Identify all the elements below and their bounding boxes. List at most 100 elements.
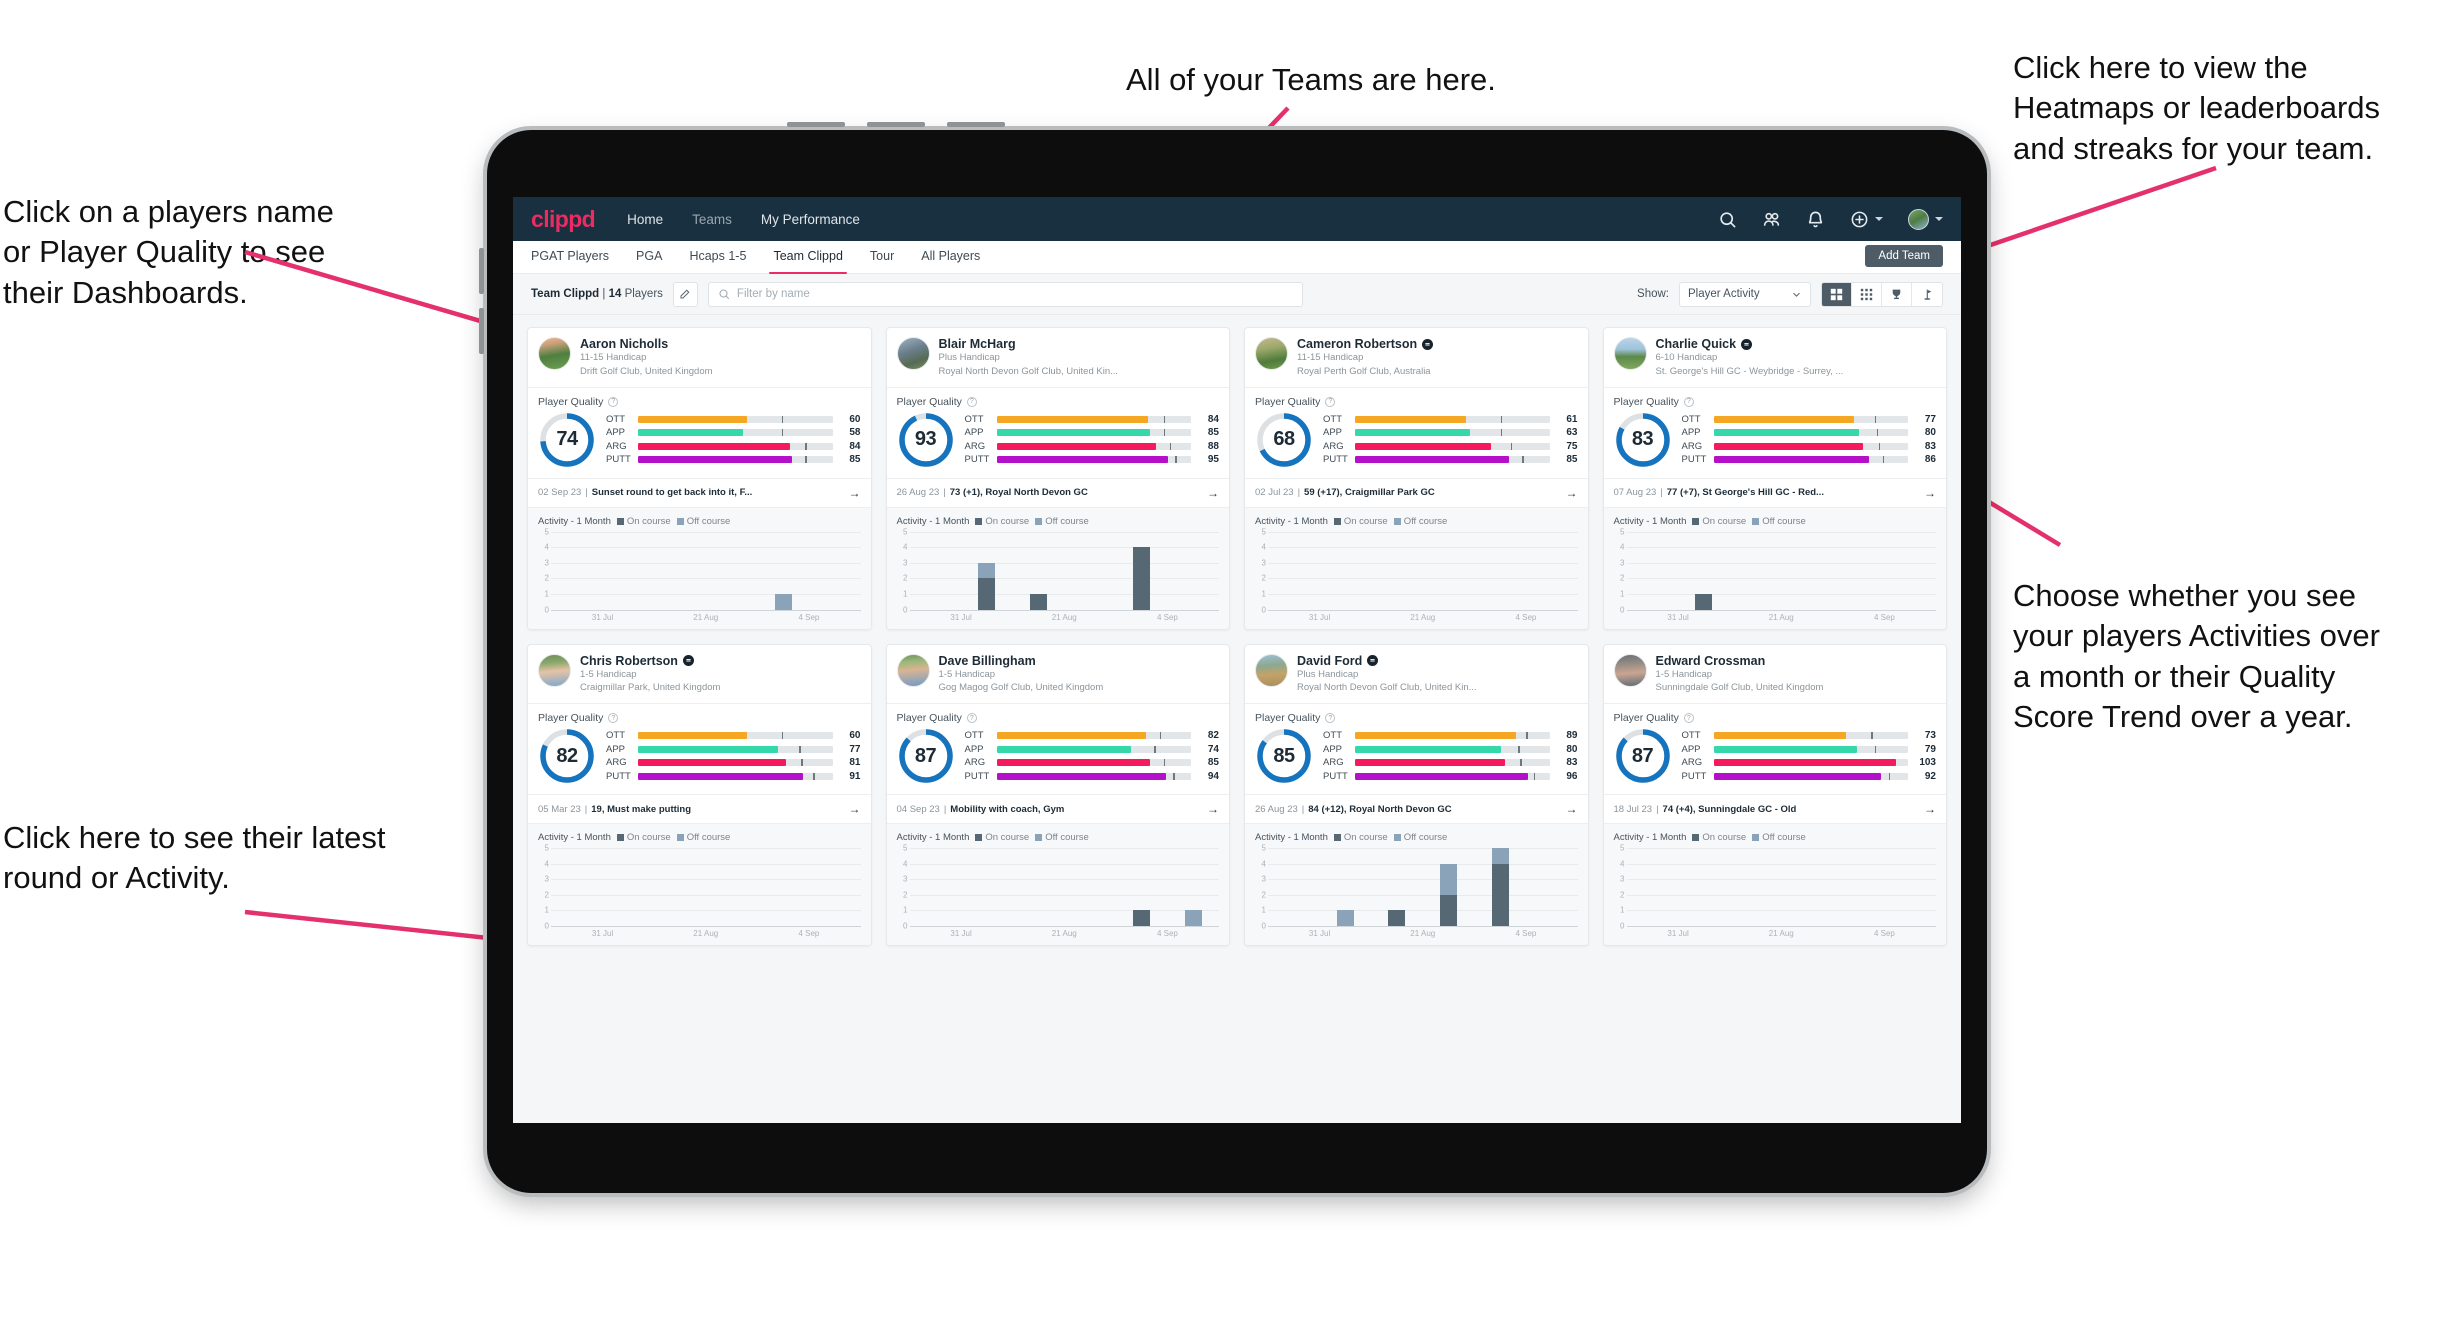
arrow-right-icon[interactable]: → [1924,486,1936,500]
player-card-header[interactable]: Blair McHarg Plus Handicap Royal North Dev… [887,328,1230,387]
player-quality-section[interactable]: Player Quality? 87 OTT 82 APP 74 ARG 85 PUTT 94 [887,704,1230,794]
tab-pga[interactable]: PGA [636,249,662,265]
player-quality-section[interactable]: Player Quality? 87 OTT 73 APP 79 ARG 103 PUTT 92 [1604,704,1947,794]
player-name[interactable]: David Ford [1297,654,1477,668]
player-quality-section[interactable]: Player Quality? 85 OTT 89 APP 80 ARG 83 PUTT 96 [1245,704,1588,794]
player-card[interactable]: Cameron Robertson 11-15 Handicap Royal Per… [1244,327,1589,630]
help-icon[interactable]: ? [1683,713,1694,724]
player-card[interactable]: David Ford Plus Handicap Royal North Devon… [1244,643,1589,947]
latest-round-text: 59 (+17), Craigmillar Park GC [1304,487,1435,499]
arrow-right-icon[interactable]: → [1207,802,1219,816]
trophy-leaderboard-view-button[interactable] [1882,282,1912,306]
add-team-button[interactable]: Add Team [1865,245,1943,267]
activity-title: Activity - 1 Month [1255,515,1328,527]
search-icon[interactable] [1718,210,1737,229]
latest-round-row[interactable]: 02 Sep 23 | Sunset round to get back into … [528,477,871,507]
player-name[interactable]: Edward Crossman [1656,654,1824,668]
player-card-header[interactable]: Aaron Nicholls 11-15 Handicap Drift Golf C… [528,328,871,387]
latest-round-row[interactable]: 18 Jul 23 | 74 (+4), Sunningdale GC - Old → [1603,794,1946,823]
latest-round-row[interactable]: 26 Aug 23 | 84 (+12), Royal North Devon GC… [1245,794,1588,823]
arrow-right-icon[interactable]: → [849,802,861,816]
x-tick-label: 31 Jul [950,929,972,939]
player-card-header[interactable]: Chris Robertson 1-5 Handicap Craigmillar P… [528,645,871,704]
bell-icon[interactable] [1806,210,1825,229]
help-icon[interactable]: ? [608,396,619,407]
tab-all-players[interactable]: All Players [921,249,980,265]
player-name[interactable]: Dave Billingham [939,654,1104,668]
activity-section: Activity - 1 Month On course Off course 5 4 3… [886,823,1229,946]
metric-bar [638,442,833,450]
latest-round-row[interactable]: 04 Sep 23 | Mobility with coach, Gym → [886,794,1229,823]
metric-row-app: APP 80 [1323,744,1578,755]
player-card-header[interactable]: Edward Crossman 1-5 Handicap Sunningdale G… [1604,645,1947,704]
nav-link-teams[interactable]: Teams [692,212,732,227]
help-icon[interactable]: ? [1325,713,1336,724]
player-card[interactable]: Edward Crossman 1-5 Handicap Sunningdale G… [1602,643,1947,947]
chart-bar-slot [1116,910,1168,927]
flag-course-view-button[interactable] [1912,283,1942,306]
player-quality-section[interactable]: Player Quality? 83 OTT 77 APP 80 ARG 83 PUTT 86 [1604,388,1947,478]
player-name[interactable]: Charlie Quick [1656,337,1844,351]
player-card-header[interactable]: Cameron Robertson 11-15 Handicap Royal Per… [1245,328,1588,387]
player-name[interactable]: Chris Robertson [580,654,720,668]
edit-team-button[interactable] [672,281,698,307]
tab-team-clippd[interactable]: Team Clippd [769,249,848,274]
help-icon[interactable]: ? [966,713,977,724]
player-card-header[interactable]: Dave Billingham 1-5 Handicap Gog Magog Gol… [887,645,1230,704]
player-quality-section[interactable]: Player Quality? 68 OTT 61 APP 63 ARG 75 PUTT 85 [1245,388,1588,478]
latest-round-row[interactable]: 02 Jul 23 | 59 (+17), Craigmillar Park GC → [1245,477,1588,507]
player-name[interactable]: Blair McHarg [939,337,1119,351]
verified-badge-icon [1367,655,1379,667]
tab-pgat-players[interactable]: PGAT Players [531,249,609,265]
avatar-menu[interactable] [1908,208,1943,230]
metric-label: PUTT [1681,454,1707,466]
chart-x-axis: 31 Jul 21 Aug 4 Sep [551,613,861,622]
x-tick-label: 4 Sep [1156,612,1178,622]
help-icon[interactable]: ? [1325,396,1336,407]
tab-tour[interactable]: Tour [870,249,894,265]
metric-value: 61 [1566,413,1578,425]
people-icon[interactable] [1762,210,1781,229]
x-tick-label: 4 Sep [1515,612,1537,622]
player-name[interactable]: Cameron Robertson [1297,337,1434,351]
y-tick-label: 0 [1620,605,1625,615]
player-card[interactable]: Blair McHarg Plus Handicap Royal North Dev… [885,327,1230,630]
player-quality-section[interactable]: Player Quality? 93 OTT 84 APP 85 ARG 88 PUTT 95 [887,388,1230,478]
player-name-text: Aaron Nicholls [580,337,669,351]
grid-large-view-button[interactable] [1822,282,1852,306]
player-card[interactable]: Dave Billingham 1-5 Handicap Gog Magog Gol… [885,643,1230,947]
latest-round-row[interactable]: 05 Mar 23 | 19, Must make putting → [528,794,871,823]
search-input-wrapper[interactable]: Filter by name [707,281,1303,307]
player-quality-section[interactable]: Player Quality? 82 OTT 60 APP 77 ARG 81 PUTT 91 [528,704,871,794]
chart-x-axis: 31 Jul 21 Aug 4 Sep [1268,929,1578,938]
arrow-right-icon[interactable]: → [1566,486,1578,500]
player-card-header[interactable]: Charlie Quick 6-10 Handicap St. George's H… [1604,328,1947,387]
latest-round-row[interactable]: 07 Aug 23 | 77 (+7), St George's Hill GC -… [1603,477,1946,507]
search-input[interactable]: Filter by name [737,288,810,300]
metric-label: ARG [964,757,986,769]
player-card[interactable]: Aaron Nicholls 11-15 Handicap Drift Golf C… [527,327,872,630]
grid-small-view-button[interactable] [1852,282,1882,306]
metric-value: 86 [1924,454,1936,466]
arrow-right-icon[interactable]: → [1207,486,1219,500]
arrow-right-icon[interactable]: → [849,486,861,500]
arrow-right-icon[interactable]: → [1924,802,1936,816]
legend-swatch-on-course [616,517,624,525]
player-name[interactable]: Aaron Nicholls [580,337,713,351]
arrow-right-icon[interactable]: → [1566,802,1578,816]
player-quality-section[interactable]: Player Quality? 74 OTT 60 APP 58 ARG 84 PUTT 85 [528,388,871,478]
help-icon[interactable]: ? [1683,396,1694,407]
player-card-header[interactable]: David Ford Plus Handicap Royal North Devon… [1245,645,1588,704]
help-icon[interactable]: ? [966,396,977,407]
clippd-logo[interactable]: clippd [531,206,596,233]
nav-link-my-performance[interactable]: My Performance [761,212,860,227]
player-quality-title: Player Quality? [1255,712,1578,724]
player-card[interactable]: Chris Robertson 1-5 Handicap Craigmillar P… [527,643,872,947]
latest-round-row[interactable]: 26 Aug 23 | 73 (+1), Royal North Devon GC → [886,477,1229,507]
plus-circle-menu[interactable] [1850,210,1883,229]
nav-link-home[interactable]: Home [627,212,663,227]
help-icon[interactable]: ? [608,713,619,724]
tab-hcaps-1-5[interactable]: Hcaps 1-5 [689,249,746,265]
show-select[interactable]: Player Activity [1679,281,1811,307]
player-card[interactable]: Charlie Quick 6-10 Handicap St. George's H… [1602,327,1947,630]
